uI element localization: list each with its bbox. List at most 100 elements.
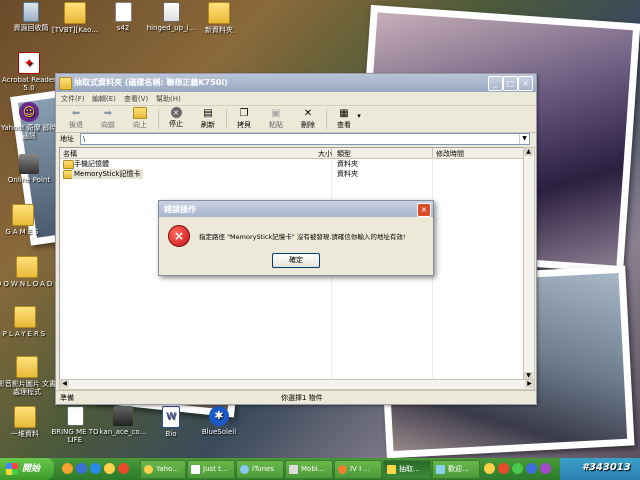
scroll-up-icon[interactable]: ▲ bbox=[524, 148, 533, 156]
close-button[interactable]: × bbox=[518, 76, 533, 91]
phone-icon bbox=[289, 464, 298, 474]
bluetooth-icon: ✱ bbox=[209, 406, 229, 426]
ok-button[interactable]: 確定 bbox=[272, 253, 320, 268]
scroll-left-icon[interactable]: ◀ bbox=[60, 380, 69, 388]
taskbar-button-mobile[interactable]: Mobi... bbox=[285, 460, 333, 479]
header-separator bbox=[432, 148, 433, 158]
column-name[interactable]: 名稱 bbox=[63, 149, 77, 159]
desktop-icon-media-programs[interactable]: 影音影片圖片 文書處理程式 bbox=[0, 356, 58, 396]
folder-icon bbox=[14, 406, 36, 428]
refresh-button[interactable]: ▤ 刷新 bbox=[194, 107, 222, 130]
taskbar-button-itunes[interactable]: iTunes bbox=[236, 460, 284, 479]
folder-icon bbox=[14, 306, 36, 328]
status-text: 準備 bbox=[60, 394, 74, 402]
desktop-icon-yahoo-messenger[interactable]: ☺ Yahoo! 奇摩 即時通訊 bbox=[0, 102, 60, 140]
window-title: 抽取式資料夾 (磁碟名稱: 聯想正義K750i) bbox=[74, 78, 228, 87]
desktop-icon-new-folder[interactable]: 新資料夾 bbox=[188, 2, 250, 34]
music-file-icon bbox=[66, 406, 84, 426]
minimize-button[interactable]: _ bbox=[488, 76, 503, 91]
dialog-close-button[interactable]: × bbox=[417, 203, 431, 217]
maximize-button[interactable]: □ bbox=[503, 76, 518, 91]
dialog-titlebar[interactable]: 錯誤操作 × bbox=[159, 201, 433, 217]
acrobat-icon: ✦ bbox=[18, 52, 40, 74]
folder-icon bbox=[16, 356, 38, 378]
menu-edit[interactable]: 編輯(E) bbox=[92, 94, 116, 104]
tray-app-icon[interactable] bbox=[526, 463, 537, 474]
window-titlebar[interactable]: 抽取式資料夾 (磁碟名稱: 聯想正義K750i) _ □ × bbox=[56, 74, 536, 92]
taskbar-button-welcome[interactable]: 歡迎... bbox=[432, 460, 480, 479]
word-document-icon: W bbox=[162, 406, 180, 428]
list-item[interactable]: 手機記憶體 資料夾 bbox=[60, 159, 524, 169]
stop-button[interactable]: × 停止 bbox=[162, 107, 190, 129]
list-header: 名稱 大小 類型 修改時間 bbox=[60, 148, 524, 159]
recycle-bin-icon bbox=[23, 2, 39, 22]
video-file-icon bbox=[113, 406, 133, 426]
folder-icon bbox=[12, 204, 34, 226]
view-dropdown-arrow[interactable]: ▾ bbox=[354, 112, 364, 120]
taskbar: 開始 Yaho... Just t... iTunes Mobi... IV I… bbox=[0, 458, 640, 480]
error-message: 指定路徑 "MemoryStick記憶卡" 沒有被發現.請確信你輸入的地址有效! bbox=[199, 233, 406, 241]
folder-icon bbox=[63, 160, 74, 169]
quicklaunch-explorer-icon[interactable] bbox=[104, 463, 115, 474]
refresh-icon: ▤ bbox=[203, 107, 213, 119]
tray-app-icon[interactable] bbox=[540, 463, 551, 474]
copy-icon: ❐ bbox=[239, 107, 249, 119]
tray-app-icon[interactable] bbox=[498, 463, 509, 474]
column-type[interactable]: 類型 bbox=[337, 149, 351, 159]
horizontal-scrollbar[interactable]: ◀ ▶ bbox=[59, 379, 535, 390]
copy-button[interactable]: ❐ 拷貝 bbox=[230, 107, 258, 130]
delete-button[interactable]: ✕ 刪除 bbox=[294, 107, 322, 130]
tray-app-icon[interactable] bbox=[484, 463, 495, 474]
taskbar-button-iv[interactable]: IV I ... bbox=[334, 460, 382, 479]
delete-icon: ✕ bbox=[303, 107, 313, 119]
back-button[interactable]: ⬅ 後退 bbox=[62, 107, 90, 130]
quicklaunch-media-icon[interactable] bbox=[62, 463, 73, 474]
folder-icon bbox=[16, 256, 38, 278]
stop-icon: × bbox=[170, 107, 182, 118]
address-dropdown-icon[interactable]: ▼ bbox=[519, 134, 529, 144]
column-size[interactable]: 大小 bbox=[318, 149, 332, 159]
vertical-scrollbar[interactable]: ▲ ▼ bbox=[523, 147, 535, 381]
column-modified[interactable]: 修改時間 bbox=[436, 149, 464, 159]
quicklaunch-ie-icon[interactable] bbox=[90, 463, 101, 474]
menu-help[interactable]: 幫助(H) bbox=[156, 94, 181, 104]
desktop-icon-online-point[interactable]: Online Point bbox=[0, 154, 60, 184]
forward-button[interactable]: ➡ 向前 bbox=[94, 107, 122, 130]
list-item[interactable]: MemoryStick記憶卡 資料夾 bbox=[60, 169, 524, 179]
menu-file[interactable]: 文件(F) bbox=[61, 94, 85, 104]
up-button[interactable]: 向上 bbox=[126, 107, 154, 130]
window-icon bbox=[191, 464, 200, 474]
toolbar-separator bbox=[326, 109, 327, 129]
toolbar-separator bbox=[158, 109, 159, 129]
taskbar-button-yahoo[interactable]: Yaho... bbox=[140, 460, 186, 479]
folder-icon bbox=[208, 2, 230, 24]
taskbar-button-removable[interactable]: 抽取... bbox=[383, 460, 431, 479]
desktop-icon-bluesoleil[interactable]: ✱ BlueSoleil bbox=[188, 406, 250, 436]
paste-button[interactable]: ▣ 粘貼 bbox=[262, 107, 290, 130]
folder-icon bbox=[59, 77, 72, 90]
yahoo-messenger-icon: ☺ bbox=[19, 102, 39, 122]
taskbar-button-just[interactable]: Just t... bbox=[187, 460, 235, 479]
quicklaunch-desktop-icon[interactable] bbox=[76, 463, 87, 474]
desktop-icon-downloads[interactable]: DOWNLOADS bbox=[0, 256, 59, 288]
desktop-icon-players[interactable]: PLAYERS bbox=[0, 306, 56, 338]
media-icon bbox=[338, 464, 347, 474]
itunes-icon bbox=[240, 464, 249, 474]
desktop-icon-acrobat[interactable]: ✦ Acrobat Reader 5.0 bbox=[0, 52, 60, 92]
tray-app-icon[interactable] bbox=[512, 463, 523, 474]
watermark: #343013 bbox=[582, 462, 631, 473]
menu-view[interactable]: 查看(V) bbox=[124, 94, 148, 104]
windows-logo-icon bbox=[6, 463, 18, 475]
error-icon: × bbox=[168, 225, 190, 247]
view-icon: ▦ bbox=[339, 107, 349, 119]
address-bar: 地址 \ ▼ bbox=[56, 132, 536, 145]
scroll-right-icon[interactable]: ▶ bbox=[525, 380, 534, 388]
address-input[interactable]: \ ▼ bbox=[80, 133, 530, 145]
paste-icon: ▣ bbox=[271, 107, 281, 119]
desktop-icon-games[interactable]: GAMES bbox=[0, 204, 54, 236]
up-folder-icon bbox=[133, 107, 147, 119]
media-app-icon bbox=[19, 154, 39, 174]
window-icon bbox=[436, 464, 445, 474]
start-button[interactable]: 開始 bbox=[0, 458, 54, 480]
quicklaunch-browser-icon[interactable] bbox=[118, 463, 129, 474]
